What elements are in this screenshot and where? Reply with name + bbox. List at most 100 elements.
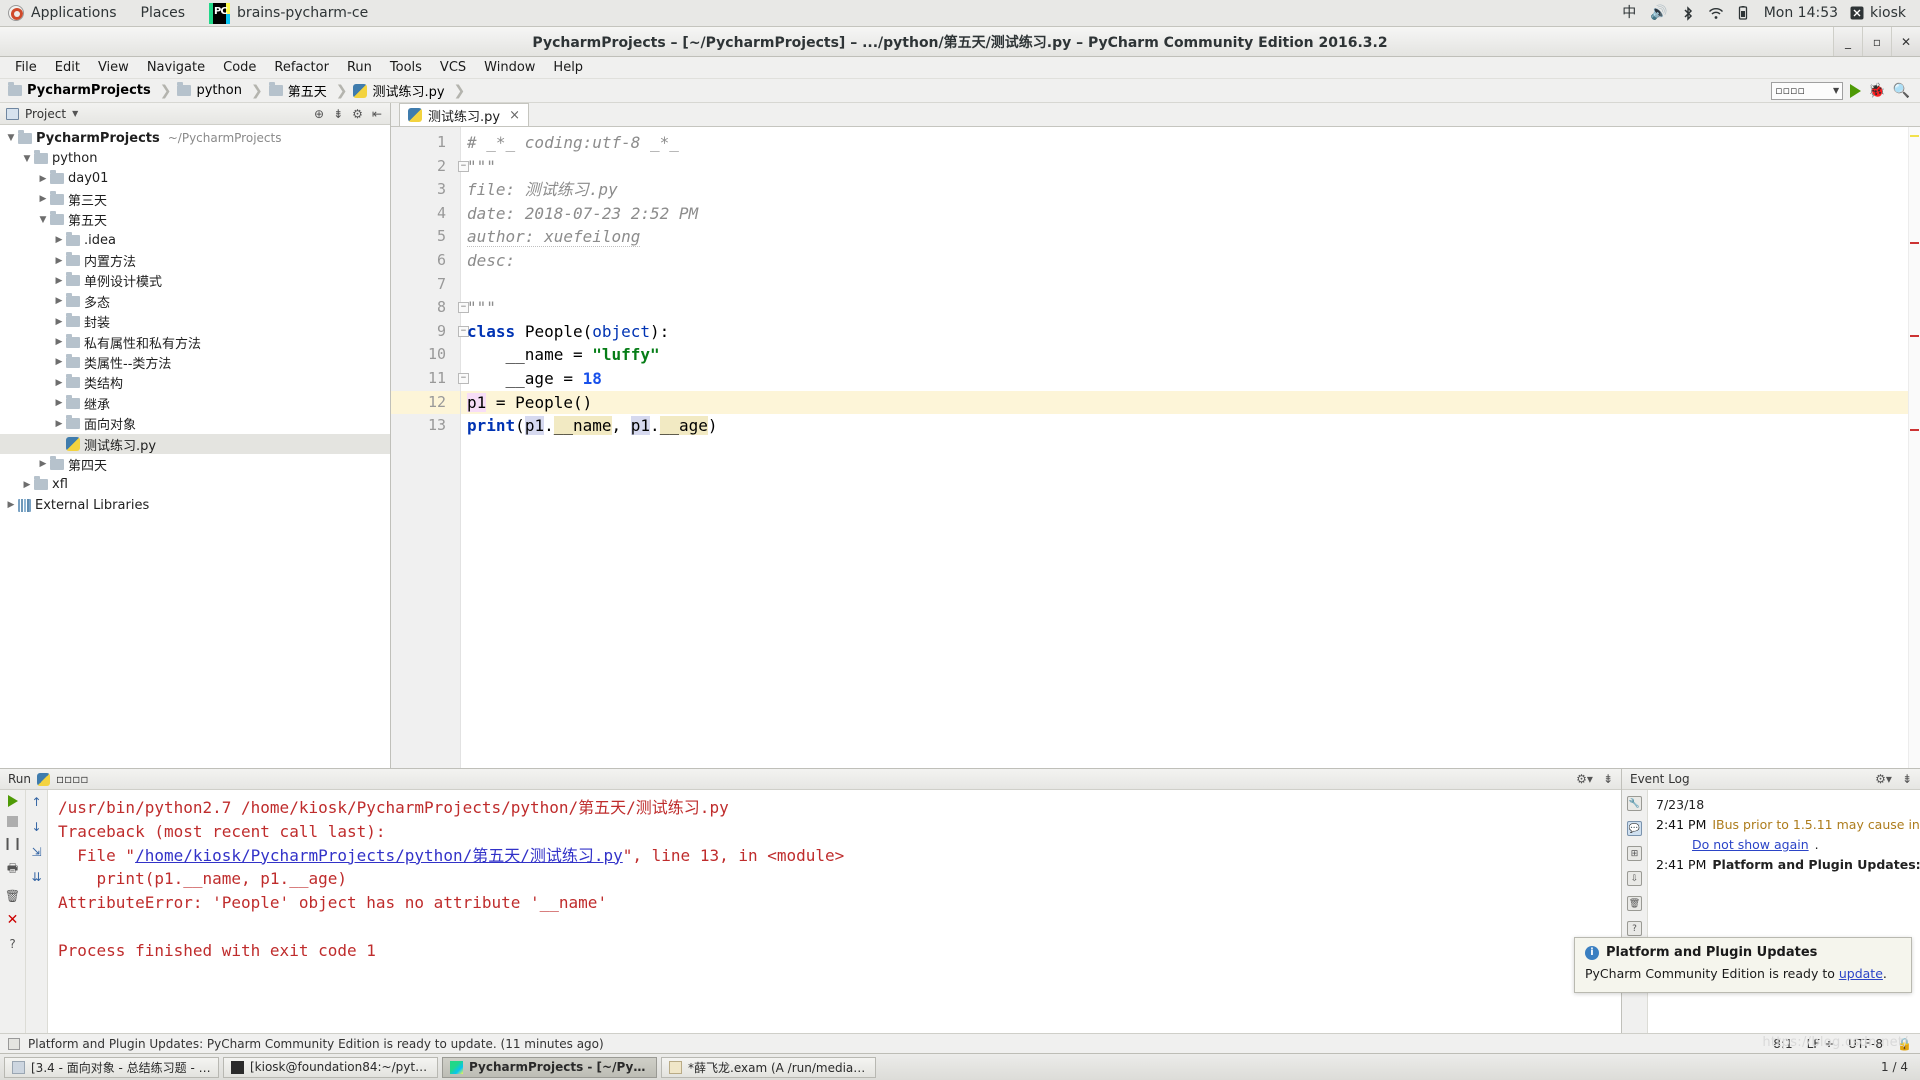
- trash-icon[interactable]: 🗑: [1627, 896, 1642, 911]
- menu-edit[interactable]: Edit: [46, 57, 89, 79]
- run-configuration-selector[interactable]: ▫▫▫▫ ▼: [1771, 81, 1844, 100]
- tree-row[interactable]: ▶ 类属性--类方法: [0, 352, 390, 372]
- close-icon[interactable]: ✕: [7, 912, 19, 928]
- twisty-icon[interactable]: ▶: [36, 459, 50, 469]
- twisty-icon[interactable]: ▶: [52, 337, 66, 347]
- hide-panel-icon[interactable]: ⇟: [1902, 772, 1912, 786]
- close-button[interactable]: ✕: [1891, 27, 1920, 56]
- scroll-up-icon[interactable]: ↑: [31, 795, 41, 809]
- twisty-icon[interactable]: ▶: [52, 276, 66, 286]
- do-not-show-again-link[interactable]: Do not show again: [1692, 835, 1809, 855]
- expand-icon[interactable]: ⊞: [1627, 846, 1642, 861]
- twisty-icon[interactable]: ▶: [20, 480, 34, 490]
- taskbar-item[interactable]: [kiosk@foundation84:~/python...: [223, 1056, 438, 1078]
- twisty-icon[interactable]: ▼: [20, 154, 34, 164]
- tree-row[interactable]: ▶ 面向对象: [0, 413, 390, 433]
- hide-panel-icon[interactable]: ⇤: [372, 107, 382, 121]
- tree-row[interactable]: ▶ 多态: [0, 291, 390, 311]
- balloon-icon[interactable]: 💬: [1627, 821, 1642, 836]
- taskbar-item-active[interactable]: PycharmProjects - [~/PycharmP...: [442, 1056, 657, 1078]
- scroll-end-icon[interactable]: ⇊: [31, 870, 41, 884]
- battery-icon[interactable]: [1731, 0, 1756, 27]
- breadcrumb-item-python[interactable]: python ❯: [177, 82, 268, 99]
- input-method-indicator[interactable]: 中: [1615, 0, 1643, 27]
- tree-row[interactable]: ▶ External Libraries: [0, 495, 390, 515]
- tree-row[interactable]: ▶ 封装: [0, 312, 390, 332]
- breadcrumb-item-file[interactable]: 测试练习.py ❯: [353, 81, 471, 100]
- soft-wrap-icon[interactable]: ⇲: [31, 845, 41, 859]
- taskbar-item[interactable]: [3.4 - 面向对象 - 总结练习题 - AL...: [4, 1056, 219, 1078]
- tree-row[interactable]: ▶ 私有属性和私有方法: [0, 332, 390, 352]
- menu-vcs[interactable]: VCS: [431, 57, 475, 79]
- twisty-icon[interactable]: ▶: [52, 357, 66, 367]
- hide-panel-icon[interactable]: ⇟: [1603, 772, 1613, 786]
- tree-row[interactable]: ▶ 内置方法: [0, 250, 390, 270]
- traceback-file-link[interactable]: /home/kiosk/PycharmProjects/python/第五天/测…: [135, 846, 623, 865]
- bluetooth-icon[interactable]: [1675, 0, 1701, 27]
- tree-row[interactable]: ▶ 第四天: [0, 454, 390, 474]
- menu-run[interactable]: Run: [338, 57, 381, 79]
- tree-row[interactable]: ▼ python: [0, 148, 390, 168]
- menu-help[interactable]: Help: [544, 57, 592, 79]
- chevron-down-icon[interactable]: ▼: [72, 109, 78, 118]
- editor-marker-gutter[interactable]: [1908, 127, 1920, 768]
- twisty-icon[interactable]: ▶: [52, 296, 66, 306]
- tree-row[interactable]: ▼ 第五天: [0, 210, 390, 230]
- breadcrumb-item-project[interactable]: PycharmProjects ❯: [8, 82, 177, 99]
- maximize-button[interactable]: ▫: [1862, 27, 1891, 56]
- download-icon[interactable]: ⇩: [1627, 871, 1642, 886]
- stop-icon[interactable]: [7, 816, 18, 827]
- notification-popup[interactable]: i Platform and Plugin Updates PyCharm Co…: [1574, 937, 1912, 993]
- breadcrumb-item-folder[interactable]: 第五天 ❯: [268, 81, 354, 100]
- print-icon[interactable]: 🖶: [7, 859, 18, 880]
- gear-icon[interactable]: ⚙▾: [1875, 772, 1892, 786]
- clock[interactable]: Mon 14:53: [1756, 5, 1846, 21]
- close-icon[interactable]: ×: [509, 108, 520, 123]
- gear-icon[interactable]: ⚙: [352, 107, 363, 121]
- menu-window[interactable]: Window: [475, 57, 544, 79]
- twisty-icon[interactable]: ▶: [52, 256, 66, 266]
- wifi-icon[interactable]: [1701, 0, 1731, 27]
- tree-row[interactable]: ▶ 第三天: [0, 189, 390, 209]
- twisty-icon[interactable]: ▶: [52, 235, 66, 245]
- applications-menu[interactable]: Applications: [0, 0, 129, 27]
- minimize-button[interactable]: _: [1833, 27, 1862, 56]
- menu-view[interactable]: View: [89, 57, 138, 79]
- status-toggle-icon[interactable]: [8, 1037, 20, 1050]
- tree-row-selected-file[interactable]: 测试练习.py: [0, 433, 390, 455]
- run-console-output[interactable]: /usr/bin/python2.7 /home/kiosk/PycharmPr…: [48, 790, 1621, 1033]
- tree-row[interactable]: ▶ 类结构: [0, 373, 390, 393]
- twisty-icon[interactable]: ▼: [36, 215, 50, 225]
- twisty-icon[interactable]: ▶: [52, 398, 66, 408]
- twisty-icon[interactable]: ▶: [52, 378, 66, 388]
- trash-icon[interactable]: 🗑: [5, 889, 20, 903]
- editor-tab[interactable]: 测试练习.py ×: [399, 103, 529, 126]
- window-list-entry-pycharm[interactable]: PC brains-pycharm-ce: [197, 0, 380, 27]
- twisty-icon[interactable]: ▶: [52, 419, 66, 429]
- status-message[interactable]: Platform and Plugin Updates: PyCharm Com…: [28, 1037, 604, 1051]
- taskbar-item[interactable]: *薛飞龙.exam (A /run/media/kio...: [661, 1056, 876, 1078]
- tree-row[interactable]: ▶ day01: [0, 169, 390, 189]
- twisty-icon[interactable]: ▶: [4, 500, 18, 510]
- menu-tools[interactable]: Tools: [381, 57, 431, 79]
- workspace-indicator[interactable]: 1 / 4: [1881, 1060, 1908, 1074]
- update-link[interactable]: update: [1839, 966, 1883, 981]
- tree-row[interactable]: ▼ PycharmProjects ~/PycharmProjects: [0, 128, 390, 148]
- search-icon[interactable]: 🔍: [1893, 83, 1910, 99]
- volume-icon[interactable]: 🔊: [1643, 0, 1674, 27]
- help-icon[interactable]: ?: [1627, 921, 1642, 936]
- pause-icon[interactable]: ❙❙: [2, 836, 22, 850]
- menu-refactor[interactable]: Refactor: [265, 57, 338, 79]
- twisty-icon[interactable]: ▼: [4, 133, 18, 143]
- scroll-down-icon[interactable]: ↓: [31, 820, 41, 834]
- help-icon[interactable]: ?: [9, 937, 15, 951]
- twisty-icon[interactable]: ▶: [52, 317, 66, 327]
- gear-icon[interactable]: ⚙▾: [1576, 772, 1593, 786]
- tree-row[interactable]: ▶ .idea: [0, 230, 390, 250]
- menu-file[interactable]: File: [6, 57, 46, 79]
- tree-row[interactable]: ▶ 继承: [0, 393, 390, 413]
- tree-row[interactable]: ▶ xfl: [0, 475, 390, 495]
- project-tree[interactable]: ▼ PycharmProjects ~/PycharmProjects ▼ py…: [0, 125, 390, 768]
- twisty-icon[interactable]: ▶: [36, 174, 50, 184]
- locate-icon[interactable]: ⊕: [314, 107, 324, 121]
